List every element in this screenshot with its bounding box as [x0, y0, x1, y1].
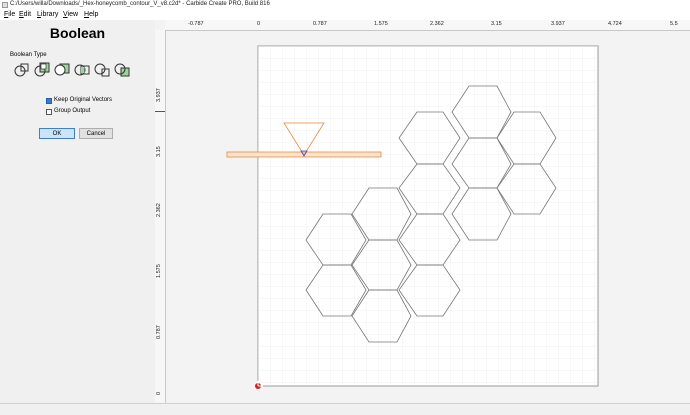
- boolean-union-outline-icon[interactable]: [34, 62, 50, 78]
- design-canvas[interactable]: -0.787 0 0.787 1.575 2.362 3.15 3.937 4.…: [155, 20, 690, 403]
- menu-edit[interactable]: Edit: [19, 11, 31, 18]
- menu-bar: File Edit Library View Help: [0, 10, 690, 20]
- boolean-split-icon[interactable]: [94, 62, 110, 78]
- boolean-type-label: Boolean Type: [10, 52, 47, 58]
- ok-button[interactable]: OK: [39, 128, 75, 139]
- menu-help[interactable]: Help: [84, 11, 98, 18]
- keep-original-checkbox[interactable]: [46, 98, 52, 104]
- cancel-button[interactable]: Cancel: [79, 128, 113, 139]
- app-icon: [2, 2, 8, 8]
- window-title: C:/Users/willa/Downloads/_Hex-honeycomb_…: [10, 1, 270, 7]
- boolean-difference-icon[interactable]: [114, 62, 130, 78]
- boolean-union-icon[interactable]: [14, 62, 30, 78]
- menu-view[interactable]: View: [63, 11, 78, 18]
- group-output-checkbox[interactable]: [46, 109, 52, 115]
- group-output-label: Group Output: [54, 108, 91, 114]
- menu-library[interactable]: Library: [37, 11, 58, 18]
- keep-original-label: Keep Original Vectors: [54, 97, 113, 103]
- menu-file[interactable]: File: [4, 11, 15, 18]
- boolean-subtract-icon[interactable]: [54, 62, 70, 78]
- status-bar: [0, 403, 690, 415]
- panel-heading: Boolean: [49, 25, 106, 41]
- canvas-drawing[interactable]: [155, 20, 690, 403]
- boolean-intersect-icon[interactable]: [74, 62, 90, 78]
- title-bar: C:/Users/willa/Downloads/_Hex-honeycomb_…: [0, 0, 690, 10]
- boolean-panel: Boolean Boolean Type Keep Original Vecto…: [0, 20, 156, 403]
- grid: [258, 46, 598, 386]
